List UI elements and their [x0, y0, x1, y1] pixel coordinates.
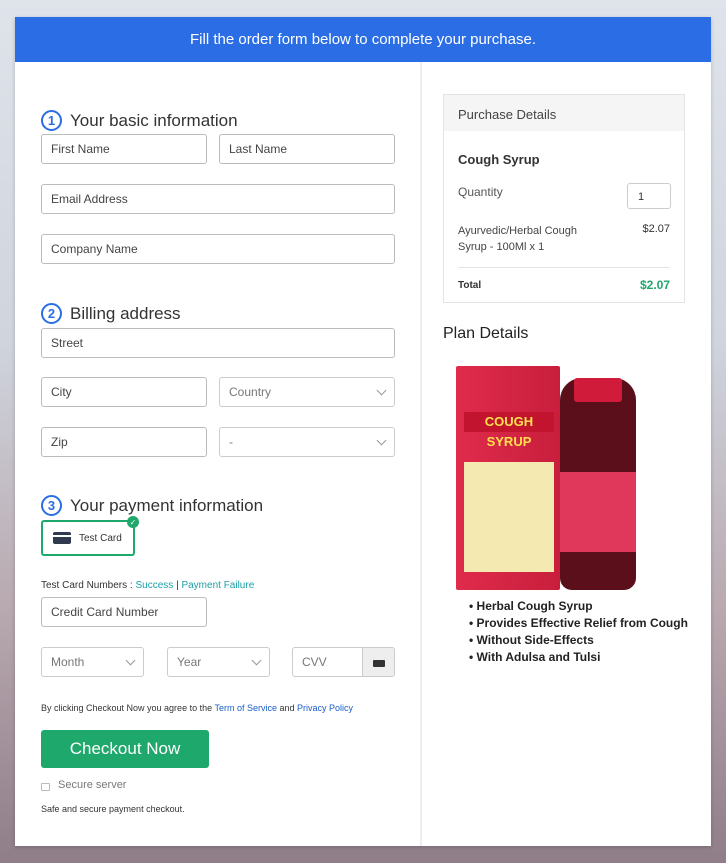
- purchase-details-box: Purchase Details Cough Syrup Quantity 1 …: [443, 94, 685, 303]
- privacy-link[interactable]: Privacy Policy: [297, 703, 353, 713]
- quantity-input[interactable]: 1: [627, 183, 671, 209]
- cvv-placeholder: CVV: [302, 655, 327, 669]
- item-line: Syrup - 100Ml x 1: [458, 241, 545, 253]
- product-image: COUGH SYRUP: [456, 362, 641, 592]
- terms-text: By clicking Checkout Now you agree to th…: [41, 703, 353, 713]
- country-value: Country: [229, 385, 272, 399]
- checkout-button[interactable]: Checkout Now: [41, 730, 209, 768]
- purchase-details-header: Purchase Details: [444, 95, 684, 131]
- check-circle-icon: ✓: [127, 516, 139, 528]
- chevron-down-icon: [125, 655, 136, 665]
- plan-details-title: Plan Details: [443, 325, 529, 342]
- step-number: 3: [41, 495, 62, 516]
- card-number-input[interactable]: Credit Card Number: [41, 597, 207, 627]
- state-select[interactable]: -: [219, 427, 395, 457]
- first-name-input[interactable]: First Name: [41, 134, 207, 164]
- form-column: 1 Your basic information First Name Last …: [15, 62, 422, 846]
- year-select[interactable]: Year: [167, 647, 270, 677]
- plan-features: • Herbal Cough Syrup • Provides Effectiv…: [469, 598, 688, 666]
- success-link[interactable]: Success: [135, 580, 173, 591]
- email-input[interactable]: Email Address: [41, 184, 395, 214]
- product-name: Cough Syrup: [458, 152, 540, 167]
- feature-text: With Adulsa and Tulsi: [476, 650, 601, 664]
- terms-and: and: [276, 703, 297, 713]
- test-card-option[interactable]: Test Card ✓: [41, 516, 139, 556]
- total-value: $2.07: [639, 278, 670, 292]
- order-form-card: Fill the order form below to complete yo…: [15, 17, 711, 846]
- summary-column: Purchase Details Cough Syrup Quantity 1 …: [424, 62, 711, 846]
- section-billing: 2 Billing address: [41, 303, 181, 324]
- tos-link[interactable]: Term of Service: [214, 703, 277, 713]
- feature-text: Herbal Cough Syrup: [476, 599, 593, 613]
- feature-text: Provides Effective Relief from Cough: [476, 616, 688, 630]
- payment-method-label: Test Card: [79, 532, 122, 544]
- divider: [458, 267, 670, 268]
- credit-card-icon: [53, 532, 71, 544]
- feature-item: • Herbal Cough Syrup: [469, 599, 593, 613]
- item-price: $2.07: [642, 223, 670, 235]
- failure-link[interactable]: Payment Failure: [181, 580, 254, 591]
- step-number: 2: [41, 303, 62, 324]
- secure-server-label: Secure server: [58, 779, 127, 791]
- section-title: Billing address: [70, 303, 181, 323]
- section-basic-info: 1 Your basic information: [41, 110, 238, 131]
- section-title: Your payment information: [70, 495, 264, 515]
- chevron-down-icon: [376, 435, 387, 445]
- section-title: Your basic information: [70, 110, 238, 130]
- banner: Fill the order form below to complete yo…: [15, 17, 711, 62]
- chevron-down-icon: [251, 655, 262, 665]
- item-description: Ayurvedic/Herbal Cough Syrup - 100Ml x 1: [458, 223, 577, 255]
- safe-text: Safe and secure payment checkout.: [41, 804, 185, 814]
- total-label: Total: [458, 280, 482, 291]
- month-value: Month: [51, 655, 85, 669]
- item-line: Ayurvedic/Herbal Cough: [458, 225, 578, 237]
- credit-card-icon: [362, 648, 394, 676]
- cvv-input[interactable]: CVV: [292, 647, 395, 677]
- month-select[interactable]: Month: [41, 647, 144, 677]
- separator: |: [176, 580, 179, 591]
- feature-item: • Without Side-Effects: [469, 633, 594, 647]
- year-value: Year: [177, 655, 202, 669]
- country-select[interactable]: Country: [219, 377, 395, 407]
- quantity-label: Quantity: [458, 185, 503, 199]
- lock-icon: [41, 783, 50, 791]
- zip-input[interactable]: Zip: [41, 427, 207, 457]
- section-payment: 3 Your payment information: [41, 495, 263, 516]
- feature-item: • With Adulsa and Tulsi: [469, 650, 601, 664]
- terms-prefix: By clicking Checkout Now you agree to th…: [41, 703, 215, 713]
- city-input[interactable]: City: [41, 377, 207, 407]
- company-input[interactable]: Company Name: [41, 234, 395, 264]
- street-input[interactable]: Street: [41, 328, 395, 358]
- state-value: -: [229, 435, 233, 449]
- step-number: 1: [41, 110, 62, 131]
- test-card-numbers: Test Card Numbers : Success | Payment Fa…: [41, 580, 254, 591]
- chevron-down-icon: [376, 385, 387, 395]
- test-numbers-label: Test Card Numbers :: [41, 580, 136, 591]
- last-name-input[interactable]: Last Name: [219, 134, 395, 164]
- secure-server: Secure server: [41, 779, 126, 791]
- feature-item: • Provides Effective Relief from Cough: [469, 616, 688, 630]
- feature-text: Without Side-Effects: [476, 633, 594, 647]
